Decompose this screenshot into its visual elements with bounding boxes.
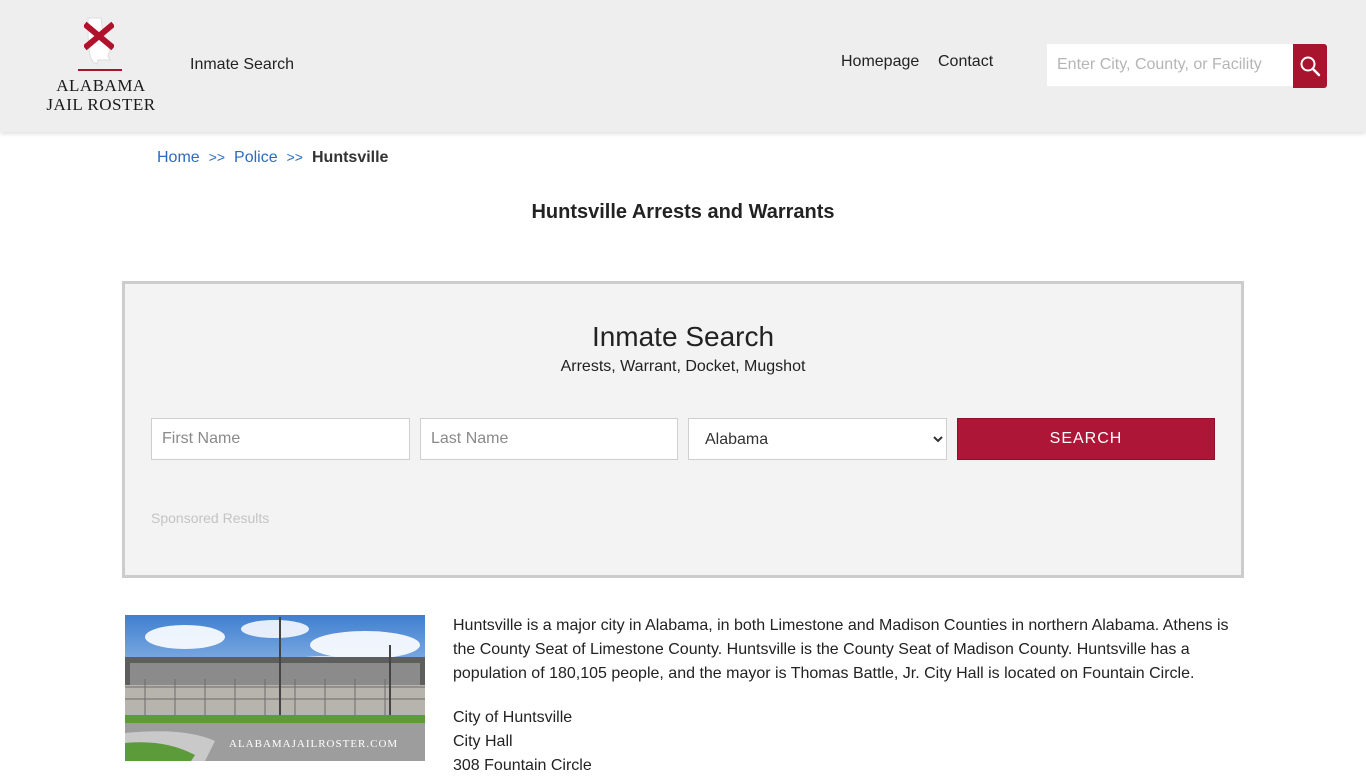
inmate-search-button[interactable]: SEARCH bbox=[957, 418, 1215, 460]
address-line-3: 308 Fountain Circle bbox=[453, 757, 592, 774]
breadcrumb-separator: >> bbox=[286, 149, 303, 165]
logo-text-line1: ALABAMA bbox=[56, 76, 146, 95]
breadcrumb: Home >> Police >> Huntsville bbox=[157, 149, 388, 167]
city-description: Huntsville is a major city in Alabama, i… bbox=[453, 614, 1243, 778]
description-paragraph: Huntsville is a major city in Alabama, i… bbox=[453, 617, 1229, 682]
breadcrumb-separator: >> bbox=[208, 149, 226, 165]
nav-homepage[interactable]: Homepage bbox=[841, 53, 919, 71]
address-line-2: City Hall bbox=[453, 733, 513, 750]
facility-search-button[interactable] bbox=[1293, 44, 1327, 88]
jail-facility-photo: ALABAMAJAILROSTER.COM bbox=[125, 615, 425, 761]
breadcrumb-current: Huntsville bbox=[311, 149, 389, 166]
facility-search-input[interactable] bbox=[1047, 44, 1293, 86]
logo-divider bbox=[78, 69, 122, 71]
breadcrumb-police[interactable]: Police bbox=[234, 149, 278, 166]
first-name-input[interactable] bbox=[151, 418, 410, 460]
site-logo[interactable]: ALABAMA JAIL ROSTER bbox=[46, 16, 158, 116]
logo-text-line2: JAIL ROSTER bbox=[46, 95, 156, 114]
nav-contact[interactable]: Contact bbox=[938, 53, 993, 71]
page-title: Huntsville Arrests and Warrants bbox=[531, 201, 835, 223]
site-header: ALABAMA JAIL ROSTER Inmate Search Homepa… bbox=[0, 0, 1366, 132]
address-block: City of Huntsville City Hall 308 Fountai… bbox=[453, 706, 1243, 778]
breadcrumb-home[interactable]: Home bbox=[157, 149, 200, 166]
inmate-search-panel: Inmate Search Arrests, Warrant, Docket, … bbox=[122, 281, 1244, 578]
state-select[interactable]: Alabama bbox=[688, 418, 947, 460]
sponsored-results-label: Sponsored Results bbox=[151, 510, 270, 526]
photo-watermark: ALABAMAJAILROSTER.COM bbox=[229, 738, 398, 750]
address-line-1: City of Huntsville bbox=[453, 709, 573, 726]
alabama-state-flag-icon bbox=[82, 16, 116, 66]
nav-inmate-search[interactable]: Inmate Search bbox=[190, 56, 294, 74]
last-name-input[interactable] bbox=[420, 418, 678, 460]
panel-subtitle: Arrests, Warrant, Docket, Mugshot bbox=[560, 358, 806, 375]
panel-title: Inmate Search bbox=[591, 321, 775, 352]
search-icon bbox=[1300, 56, 1321, 77]
